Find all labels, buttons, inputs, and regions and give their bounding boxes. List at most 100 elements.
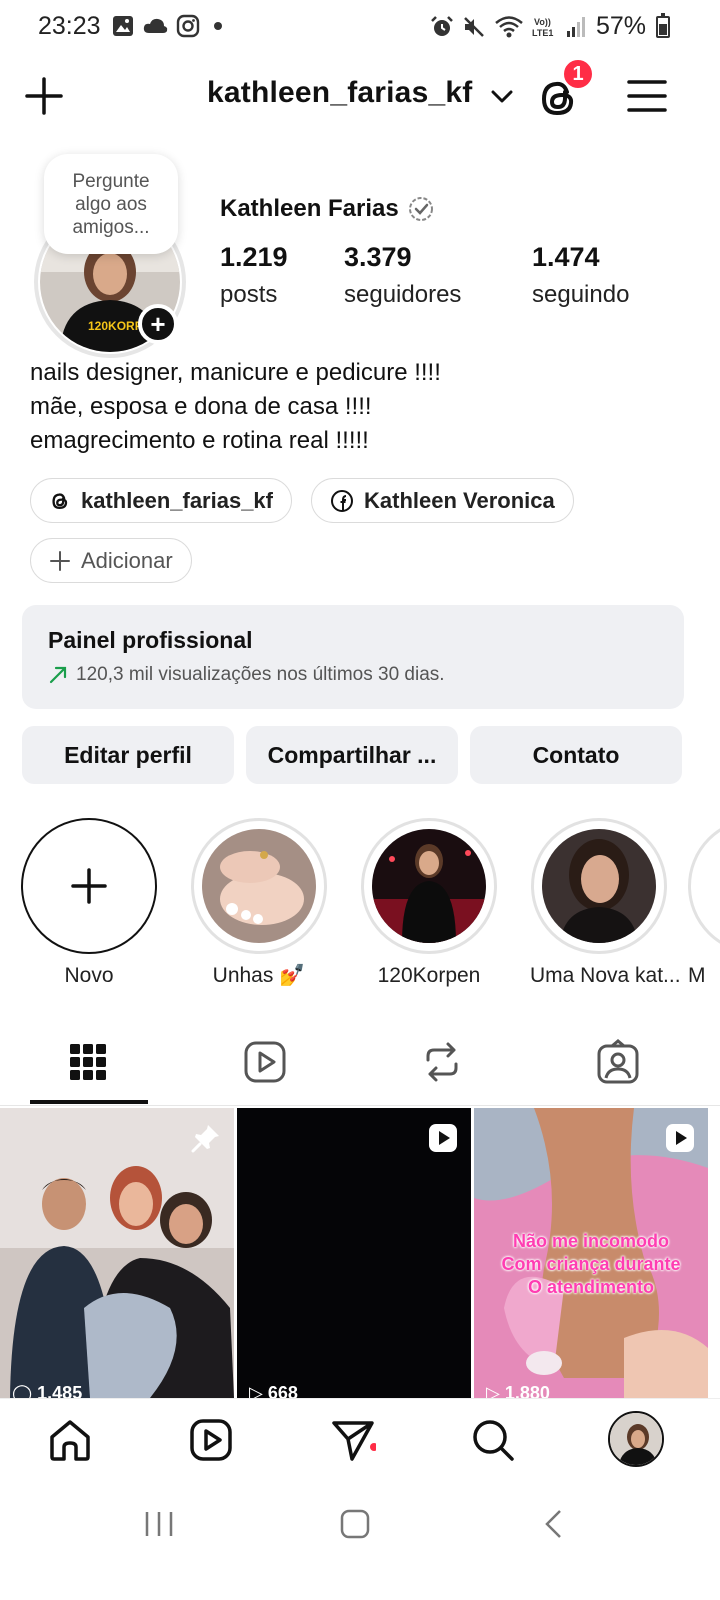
reposts-tab-icon[interactable] [418,1038,466,1086]
create-plus-icon[interactable] [24,76,64,116]
add-story-button[interactable]: + [138,304,178,344]
profile-tab-avatar[interactable] [608,1411,664,1467]
add-link-label: Adicionar [81,547,173,573]
signal-icon [566,16,585,37]
system-nav-bar [0,1482,720,1600]
link-label: kathleen_farias_kf [81,487,273,513]
recent-apps-icon[interactable] [142,1508,176,1540]
grid-reel[interactable]: ▷ 668 [237,1108,471,1398]
gallery-icon [113,16,133,36]
tagged-tab-icon[interactable] [594,1038,642,1086]
highlight-partial[interactable]: M [688,818,720,988]
verified-badge-icon [408,197,433,221]
grid-reel[interactable]: Não me incomodo Com criança durante O at… [474,1108,708,1398]
share-profile-button[interactable]: Compartilhar ... [246,726,458,784]
chevron-down-icon[interactable] [488,82,516,110]
edit-profile-button[interactable]: Editar perfil [22,726,234,784]
note-bubble[interactable]: Pergunte algo aos amigos... [44,154,178,254]
content-tabs [0,1030,720,1106]
facebook-icon [331,489,353,512]
stat-posts[interactable]: 1.219 posts [220,242,288,309]
plus-icon [71,868,107,904]
status-time: 23:23 [38,12,101,40]
bio: nails designer, manicure e pedicure !!!!… [30,356,441,458]
highlight-120korpen[interactable]: 120Korpen [360,818,498,988]
highlight-label: Unhas 💅 [212,964,306,987]
status-bar: 23:23 Vo)) LTE1 57% [0,0,720,52]
stat-value: 1.474 [532,242,600,272]
alarm-icon [431,15,453,36]
reels-icon[interactable] [188,1417,234,1463]
stat-followers[interactable]: 3.379 seguidores [344,242,461,309]
reel-icon [666,1124,694,1152]
username-switcher[interactable]: kathleen_farias_kf [207,76,472,110]
stat-value: 3.379 [344,242,412,272]
highlight-label: M [688,964,706,987]
panel-title: Painel profissional [48,627,253,653]
highlight-label: Novo [64,964,114,987]
highlight-new[interactable]: Novo [20,818,158,988]
grid-post[interactable]: ◯ 1.485 [0,1108,234,1398]
panel-subtitle: 120,3 mil visualizações nos últimos 30 d… [48,664,658,686]
bottom-nav [0,1398,720,1482]
bio-line: nails designer, manicure e pedicure !!!! [30,359,441,386]
menu-icon[interactable] [626,76,668,116]
highlight-ring [688,818,720,954]
view-count: ◯ 1.485 [12,1383,83,1398]
battery-icon [656,12,670,38]
status-left-icons [112,14,228,38]
pinned-icon [191,1125,219,1153]
highlight-ring [531,818,667,954]
home-icon[interactable] [47,1417,93,1463]
direct-messages-icon[interactable] [330,1417,376,1463]
stat-following[interactable]: 1.474 seguindo [532,242,629,309]
display-name-text: Kathleen Farias [220,195,399,222]
mute-icon [464,16,484,37]
reel-caption: Não me incomodo Com criança durante O at… [501,1231,681,1297]
facebook-link-chip[interactable]: Kathleen Veronica [311,478,574,523]
stat-label: seguindo [532,281,630,308]
threads-link-chip[interactable]: kathleen_farias_kf [30,478,292,523]
contact-button[interactable]: Contato [470,726,682,784]
svg-text:Vo)): Vo)) [534,17,551,27]
link-label: Kathleen Veronica [364,487,555,513]
trend-up-icon [49,666,67,684]
svg-text:LTE1: LTE1 [532,28,553,38]
search-icon[interactable] [470,1417,516,1463]
reels-tab-icon[interactable] [241,1038,289,1086]
dot-icon [214,22,222,30]
highlight-uma-nova[interactable]: Uma Nova kat... [530,818,681,988]
highlight-new-ring [21,818,157,954]
highlight-cover [542,829,656,943]
professional-dashboard[interactable]: Painel profissional 120,3 mil visualizaç… [22,605,684,709]
active-tab-indicator [30,1100,148,1104]
stat-label: posts [220,281,278,308]
highlight-ring [361,818,497,954]
notification-badge: 1 [562,58,594,90]
view-count: ▷ 1.880 [486,1383,550,1398]
lte-icon: Vo))LTE1 [532,17,553,38]
stat-value: 1.219 [220,242,288,272]
panel-subtitle-text: 120,3 mil visualizações nos últimos 30 d… [76,664,445,685]
plus-icon [50,550,70,571]
display-name: Kathleen Farias [220,195,435,223]
back-icon[interactable] [538,1508,572,1540]
stat-label: seguidores [344,281,462,308]
battery-percent: 57% [595,12,646,40]
status-right: Vo)) LTE1 57% [430,12,670,41]
add-link-button[interactable]: Adicionar [30,538,192,583]
home-button-icon[interactable] [338,1508,372,1540]
highlight-label: 120Korpen [377,964,481,987]
wifi-icon [495,15,523,37]
highlight-label: Uma Nova kat... [530,964,681,987]
highlight-unhas[interactable]: Unhas 💅 [190,818,328,988]
threads-icon [52,492,68,509]
highlight-cover [202,829,316,943]
grid-tab-icon[interactable] [64,1038,112,1086]
highlight-ring [191,818,327,954]
profile-header: kathleen_farias_kf 1 [0,58,720,132]
highlight-cover [372,829,486,943]
bio-line: mãe, esposa e dona de casa !!!! [30,393,372,420]
view-count: ▷ 668 [249,1383,298,1398]
bio-line: emagrecimento e rotina real !!!!! [30,427,369,454]
